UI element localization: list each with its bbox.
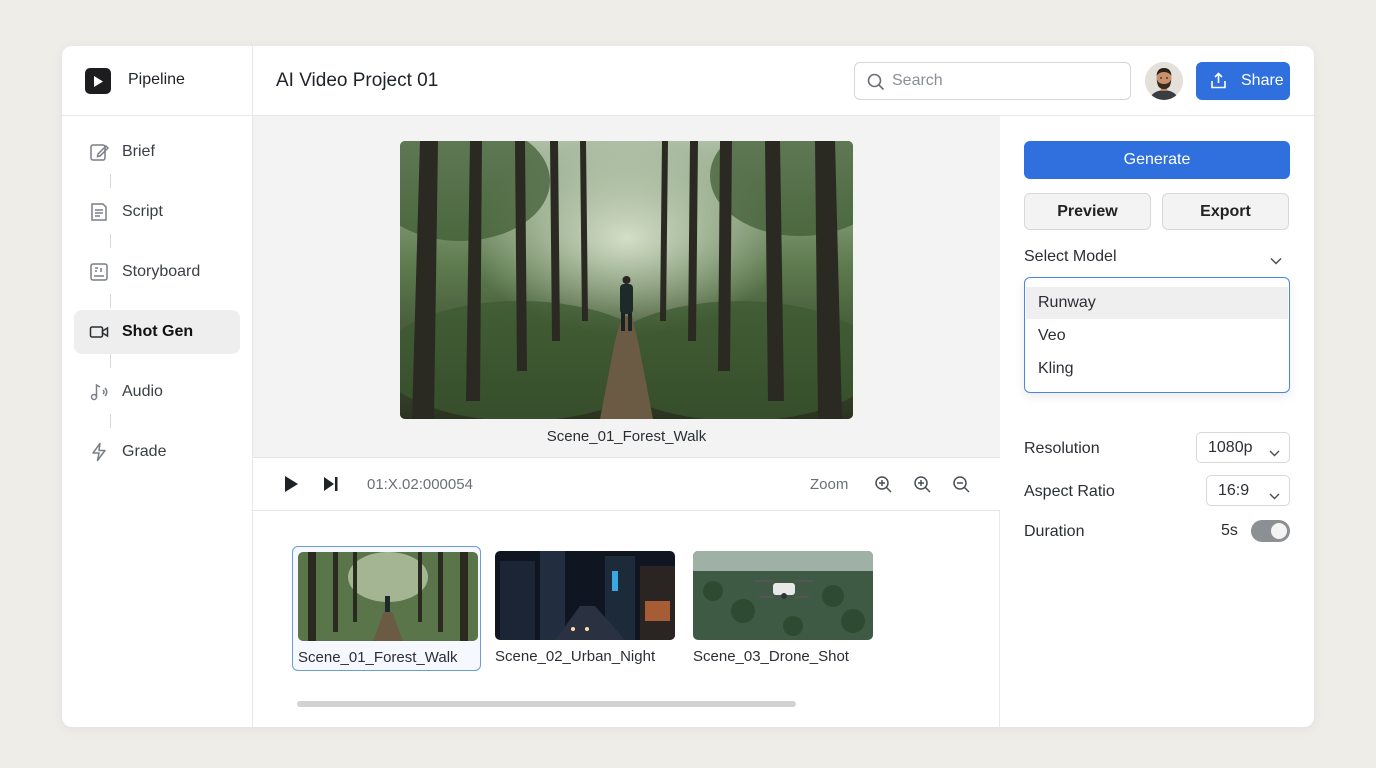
nav-connector (110, 414, 111, 428)
sidebar: Pipeline Brief Script Storyboard Shot Ge… (62, 46, 253, 727)
nav-connector (110, 174, 111, 188)
aspect-ratio-label: Aspect Ratio (1024, 483, 1115, 500)
header: AI Video Project 01 Share (253, 46, 1314, 116)
chevron-down-icon (1269, 487, 1280, 505)
skip-forward-icon[interactable] (323, 475, 339, 498)
play-icon[interactable] (283, 475, 299, 498)
scene-name: Scene_03_Drone_Shot (693, 648, 849, 665)
model-option-veo[interactable]: Veo (1026, 320, 1288, 352)
play-icon (85, 68, 111, 94)
sidebar-item-storyboard[interactable]: Storyboard (74, 250, 240, 294)
playback-controls: 01:X.02:000054 Zoom (253, 458, 1000, 511)
scene-name: Scene_01_Forest_Walk (298, 649, 458, 666)
model-dropdown: Runway Veo Kling (1024, 277, 1290, 393)
scene-strip: Scene_01_Forest_Walk Scene_02_Urban_Nigh… (253, 511, 1000, 727)
zoom-label: Zoom (810, 476, 849, 493)
search-icon (867, 73, 885, 96)
sidebar-item-grade[interactable]: Grade (74, 430, 240, 474)
preview-button[interactable]: Preview (1024, 193, 1151, 230)
nav-connector (110, 234, 111, 248)
toggle-knob (1271, 523, 1287, 539)
sidebar-item-script[interactable]: Script (74, 190, 240, 234)
aspect-ratio-select[interactable]: 16:9 (1206, 475, 1290, 506)
search-input[interactable] (892, 71, 1112, 91)
aspect-ratio-value: 16:9 (1218, 482, 1250, 499)
storyboard-icon (89, 262, 109, 282)
brand: Pipeline (62, 46, 253, 116)
video-preview[interactable] (400, 141, 853, 419)
sidebar-nav: Brief Script Storyboard Shot Gen Audio G… (74, 130, 240, 490)
zoom-in-icon[interactable] (874, 475, 893, 499)
settings-panel: Generate Preview Export Select Model Run… (1000, 116, 1314, 727)
chevron-down-icon (1270, 252, 1282, 270)
preview-area: Scene_01_Forest_Walk (253, 116, 1000, 458)
lightning-icon (89, 442, 109, 462)
option-label: Veo (1038, 327, 1066, 344)
scene-name: Scene_02_Urban_Night (495, 648, 656, 665)
resolution-value: 1080p (1208, 439, 1253, 456)
sidebar-item-brief[interactable]: Brief (74, 130, 240, 174)
timecode: 01:X.02:000054 (367, 476, 473, 493)
scene-thumbnail[interactable]: Scene_03_Drone_Shot (688, 546, 877, 671)
model-option-kling[interactable]: Kling (1026, 353, 1288, 385)
sidebar-item-label: Script (122, 203, 163, 220)
option-label: Runway (1038, 294, 1096, 311)
scene-image-forest (298, 552, 478, 641)
timeline-scrollbar[interactable] (297, 701, 796, 707)
scene-image-drone (693, 551, 873, 640)
sidebar-item-label: Shot Gen (122, 323, 194, 340)
avatar[interactable] (1145, 62, 1183, 100)
zoom-fit-icon[interactable] (913, 475, 932, 499)
model-option-runway[interactable]: Runway (1026, 287, 1288, 319)
sidebar-item-audio[interactable]: Audio (74, 370, 240, 414)
resolution-label: Resolution (1024, 440, 1100, 457)
select-model-toggle[interactable]: Select Model (1024, 246, 1290, 270)
resolution-select[interactable]: 1080p (1196, 432, 1290, 463)
sidebar-item-label: Grade (122, 443, 167, 460)
sidebar-item-shot-gen[interactable]: Shot Gen (74, 310, 240, 354)
export-button[interactable]: Export (1162, 193, 1289, 230)
scene-image-urban (495, 551, 675, 640)
generate-button[interactable]: Generate (1024, 141, 1290, 179)
share-icon (1210, 72, 1227, 94)
sidebar-item-label: Brief (122, 143, 155, 160)
duration-label: Duration (1024, 523, 1085, 540)
nav-connector (110, 294, 111, 308)
brand-name: Pipeline (128, 71, 185, 88)
share-label: Share (1241, 72, 1284, 89)
app-window: Pipeline Brief Script Storyboard Shot Ge… (62, 46, 1314, 727)
scene-thumbnail[interactable]: Scene_02_Urban_Night (490, 546, 679, 671)
main-area: Scene_01_Forest_Walk 01:X.02:000054 Zoom (253, 116, 1000, 727)
zoom-out-icon[interactable] (952, 475, 971, 499)
search-box[interactable] (854, 62, 1131, 100)
scene-thumbnail[interactable]: Scene_01_Forest_Walk (292, 546, 481, 671)
sidebar-item-label: Audio (122, 383, 163, 400)
video-caption: Scene_01_Forest_Walk (546, 428, 707, 445)
page-title: AI Video Project 01 (276, 70, 439, 91)
duration-value: 5s (1221, 522, 1238, 539)
duration-toggle[interactable] (1251, 520, 1290, 542)
music-note-icon (89, 382, 109, 402)
document-icon (89, 202, 109, 222)
share-button[interactable]: Share (1196, 62, 1290, 100)
video-camera-icon (89, 322, 109, 342)
sidebar-item-label: Storyboard (122, 263, 201, 280)
select-model-label: Select Model (1024, 248, 1117, 265)
option-label: Kling (1038, 360, 1074, 377)
nav-connector (110, 354, 111, 368)
edit-icon (89, 142, 110, 162)
chevron-down-icon (1269, 444, 1280, 462)
